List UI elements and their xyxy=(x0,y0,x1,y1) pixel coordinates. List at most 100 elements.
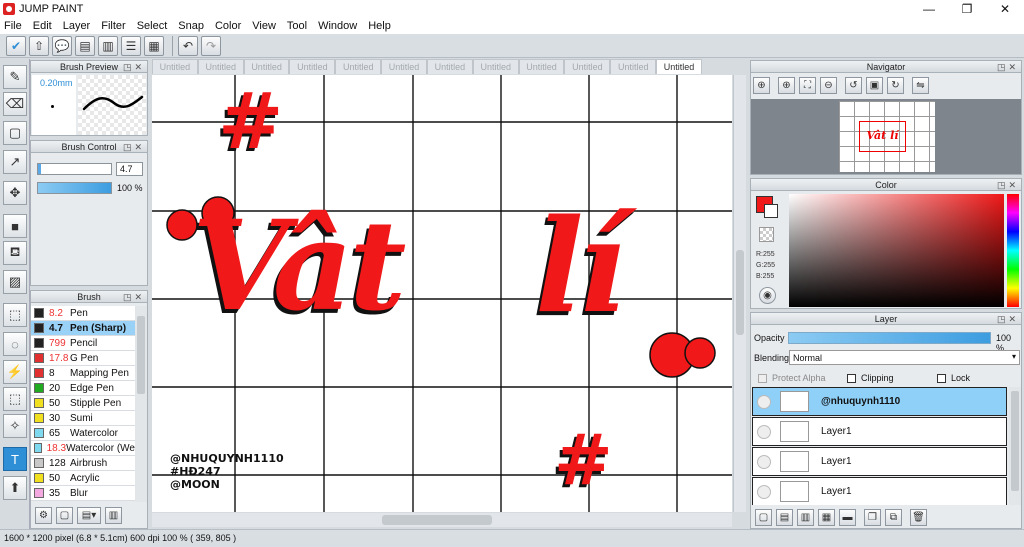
brush-list-item[interactable]: 17.8 G Pen xyxy=(31,351,135,366)
panel-controls-icon[interactable]: ◳✕ xyxy=(123,141,145,153)
document-tab[interactable]: Untitled xyxy=(197,59,244,74)
document-tab[interactable]: Untitled xyxy=(472,59,519,74)
brush-list-item[interactable]: 35 Blur xyxy=(31,486,135,501)
color-wheel-icon[interactable]: ◉ xyxy=(759,287,776,304)
duplicate-layer-icon[interactable]: ❐ xyxy=(864,509,881,526)
brush-list-item[interactable]: 30 Sumi xyxy=(31,411,135,426)
bucket-tool-icon[interactable]: ⛾ xyxy=(3,241,27,265)
brush-list-item[interactable]: 50 Acrylic xyxy=(31,471,135,486)
menu-tool[interactable]: Tool xyxy=(287,20,307,32)
fit-window-icon[interactable]: ⛶ xyxy=(799,77,816,94)
brush-tool-icon[interactable]: ✎ xyxy=(3,65,27,89)
document-tab[interactable]: Untitled xyxy=(152,59,198,74)
brush-page-icon[interactable]: ▥ xyxy=(105,507,122,524)
panel-controls-icon[interactable]: ◳✕ xyxy=(997,61,1019,73)
document-tab[interactable]: Untitled xyxy=(335,59,382,74)
menu-window[interactable]: Window xyxy=(318,20,357,32)
lasso-tool-icon[interactable]: ◌ xyxy=(3,332,27,356)
eraser-tool-icon[interactable]: ⌫ xyxy=(3,92,27,116)
page-icon[interactable]: ▥ xyxy=(98,35,118,56)
new-brush-icon[interactable]: ▢ xyxy=(56,507,73,524)
menu-layer[interactable]: Layer xyxy=(63,20,91,32)
menu-help[interactable]: Help xyxy=(368,20,391,32)
menu-filter[interactable]: Filter xyxy=(101,20,125,32)
eyedropper-tool-icon[interactable]: ⬆ xyxy=(3,476,27,500)
message-icon[interactable]: ▤ xyxy=(75,35,95,56)
undo-button[interactable]: ↶ xyxy=(178,35,198,56)
menu-view[interactable]: View xyxy=(252,20,276,32)
brush-list-item[interactable]: 8.2 Pen xyxy=(31,306,135,321)
layer-opacity-slider[interactable] xyxy=(788,332,991,344)
select-eraser-tool-icon[interactable]: ✧ xyxy=(3,414,27,438)
brush-list-item[interactable]: 128 Airbrush xyxy=(31,456,135,471)
brush-opacity-slider[interactable] xyxy=(37,182,112,194)
brush-list-item[interactable]: 4.7 Pen (Sharp) xyxy=(31,321,135,336)
document-tab[interactable]: Untitled xyxy=(610,59,657,74)
grid-icon[interactable]: ▦ xyxy=(144,35,164,56)
comment-icon[interactable]: 💬 xyxy=(52,35,72,56)
document-tab[interactable]: Untitled xyxy=(426,59,473,74)
brush-list-item[interactable]: 50 Stipple Pen xyxy=(31,396,135,411)
new-halftone-layer-icon[interactable]: ▦ xyxy=(818,509,835,526)
layer-row[interactable]: Layer1 xyxy=(752,447,1007,476)
line-tool-icon[interactable]: ↗ xyxy=(3,150,27,174)
panel-controls-icon[interactable]: ◳✕ xyxy=(997,313,1019,325)
gradient-tool-icon[interactable]: ▨ xyxy=(3,270,27,294)
visibility-icon[interactable] xyxy=(757,484,771,499)
visibility-icon[interactable] xyxy=(757,454,771,469)
panel-controls-icon[interactable]: ◳✕ xyxy=(123,291,145,303)
select-rect-tool-icon[interactable]: ⬚ xyxy=(3,303,27,327)
export-icon[interactable]: ⇧ xyxy=(29,35,49,56)
brush-list-item[interactable]: 799 Pencil xyxy=(31,336,135,351)
background-color-swatch[interactable] xyxy=(764,204,778,218)
brush-list-item[interactable]: 8 Mapping Pen xyxy=(31,366,135,381)
layer-list-scrollbar[interactable] xyxy=(1009,387,1021,505)
close-button[interactable]: ✕ xyxy=(986,0,1024,17)
magic-wand-tool-icon[interactable]: ⚡ xyxy=(3,360,27,384)
menu-file[interactable]: File xyxy=(4,20,22,32)
document-tab[interactable]: Untitled xyxy=(243,59,290,74)
visibility-icon[interactable] xyxy=(757,394,771,409)
document-tab[interactable]: Untitled xyxy=(381,59,427,74)
canvas-vertical-scrollbar[interactable] xyxy=(733,75,746,512)
panel-controls-icon[interactable]: ◳✕ xyxy=(123,61,145,73)
maximize-button[interactable]: ❐ xyxy=(948,0,986,17)
new-layer-8bit-icon[interactable]: ▤ xyxy=(776,509,793,526)
fill-rect-tool-icon[interactable]: ■ xyxy=(3,214,27,238)
document-tab[interactable]: Untitled xyxy=(564,59,611,74)
merge-layer-icon[interactable]: ⧉ xyxy=(885,509,902,526)
flip-icon[interactable]: ⇋ xyxy=(912,77,929,94)
list-icon[interactable]: ☰ xyxy=(121,35,141,56)
layer-row[interactable]: Layer1 xyxy=(752,477,1007,505)
blending-select[interactable]: Normal ▾ xyxy=(789,350,1020,365)
brush-list-item[interactable]: 65 Watercolor xyxy=(31,426,135,441)
transparent-swatch[interactable] xyxy=(759,227,774,242)
new-layer-icon[interactable]: ▢ xyxy=(755,509,772,526)
brush-list-item[interactable]: 18.3 Watercolor (We xyxy=(31,441,135,456)
menu-edit[interactable]: Edit xyxy=(33,20,52,32)
panel-controls-icon[interactable]: ◳✕ xyxy=(997,179,1019,191)
redo-button[interactable]: ↷ xyxy=(201,35,221,56)
layer-row[interactable]: @nhuquynh1110 xyxy=(752,387,1007,416)
document-tab[interactable]: Untitled xyxy=(656,59,702,74)
layer-row[interactable]: Layer1 xyxy=(752,417,1007,446)
brush-list-item[interactable]: 20 Edge Pen xyxy=(31,381,135,396)
text-tool-icon[interactable]: T xyxy=(3,447,27,471)
document-tab[interactable]: Untitled xyxy=(289,59,336,74)
menu-select[interactable]: Select xyxy=(137,20,168,32)
rotate-left-icon[interactable]: ↺ xyxy=(845,77,862,94)
protect-alpha-checkbox[interactable] xyxy=(758,373,767,383)
select-pen-tool-icon[interactable]: ⬚ xyxy=(3,387,27,411)
brush-size-input[interactable]: 4.7 xyxy=(116,162,143,176)
check-icon[interactable]: ✔ xyxy=(6,35,26,56)
new-folder-icon[interactable]: ▬ xyxy=(839,509,856,526)
zoom-in-icon[interactable]: ⊕ xyxy=(753,77,770,94)
navigator-view-rect[interactable]: Vât lí xyxy=(859,121,906,152)
zoom-fit-icon[interactable]: ⊕ xyxy=(778,77,795,94)
actual-size-icon[interactable]: ▣ xyxy=(866,77,883,94)
brush-size-slider[interactable] xyxy=(37,163,112,175)
saturation-value-picker[interactable] xyxy=(789,194,1004,307)
navigator-viewport[interactable]: Vât lí xyxy=(751,99,1021,174)
menu-color[interactable]: Color xyxy=(215,20,241,32)
menu-snap[interactable]: Snap xyxy=(178,20,204,32)
